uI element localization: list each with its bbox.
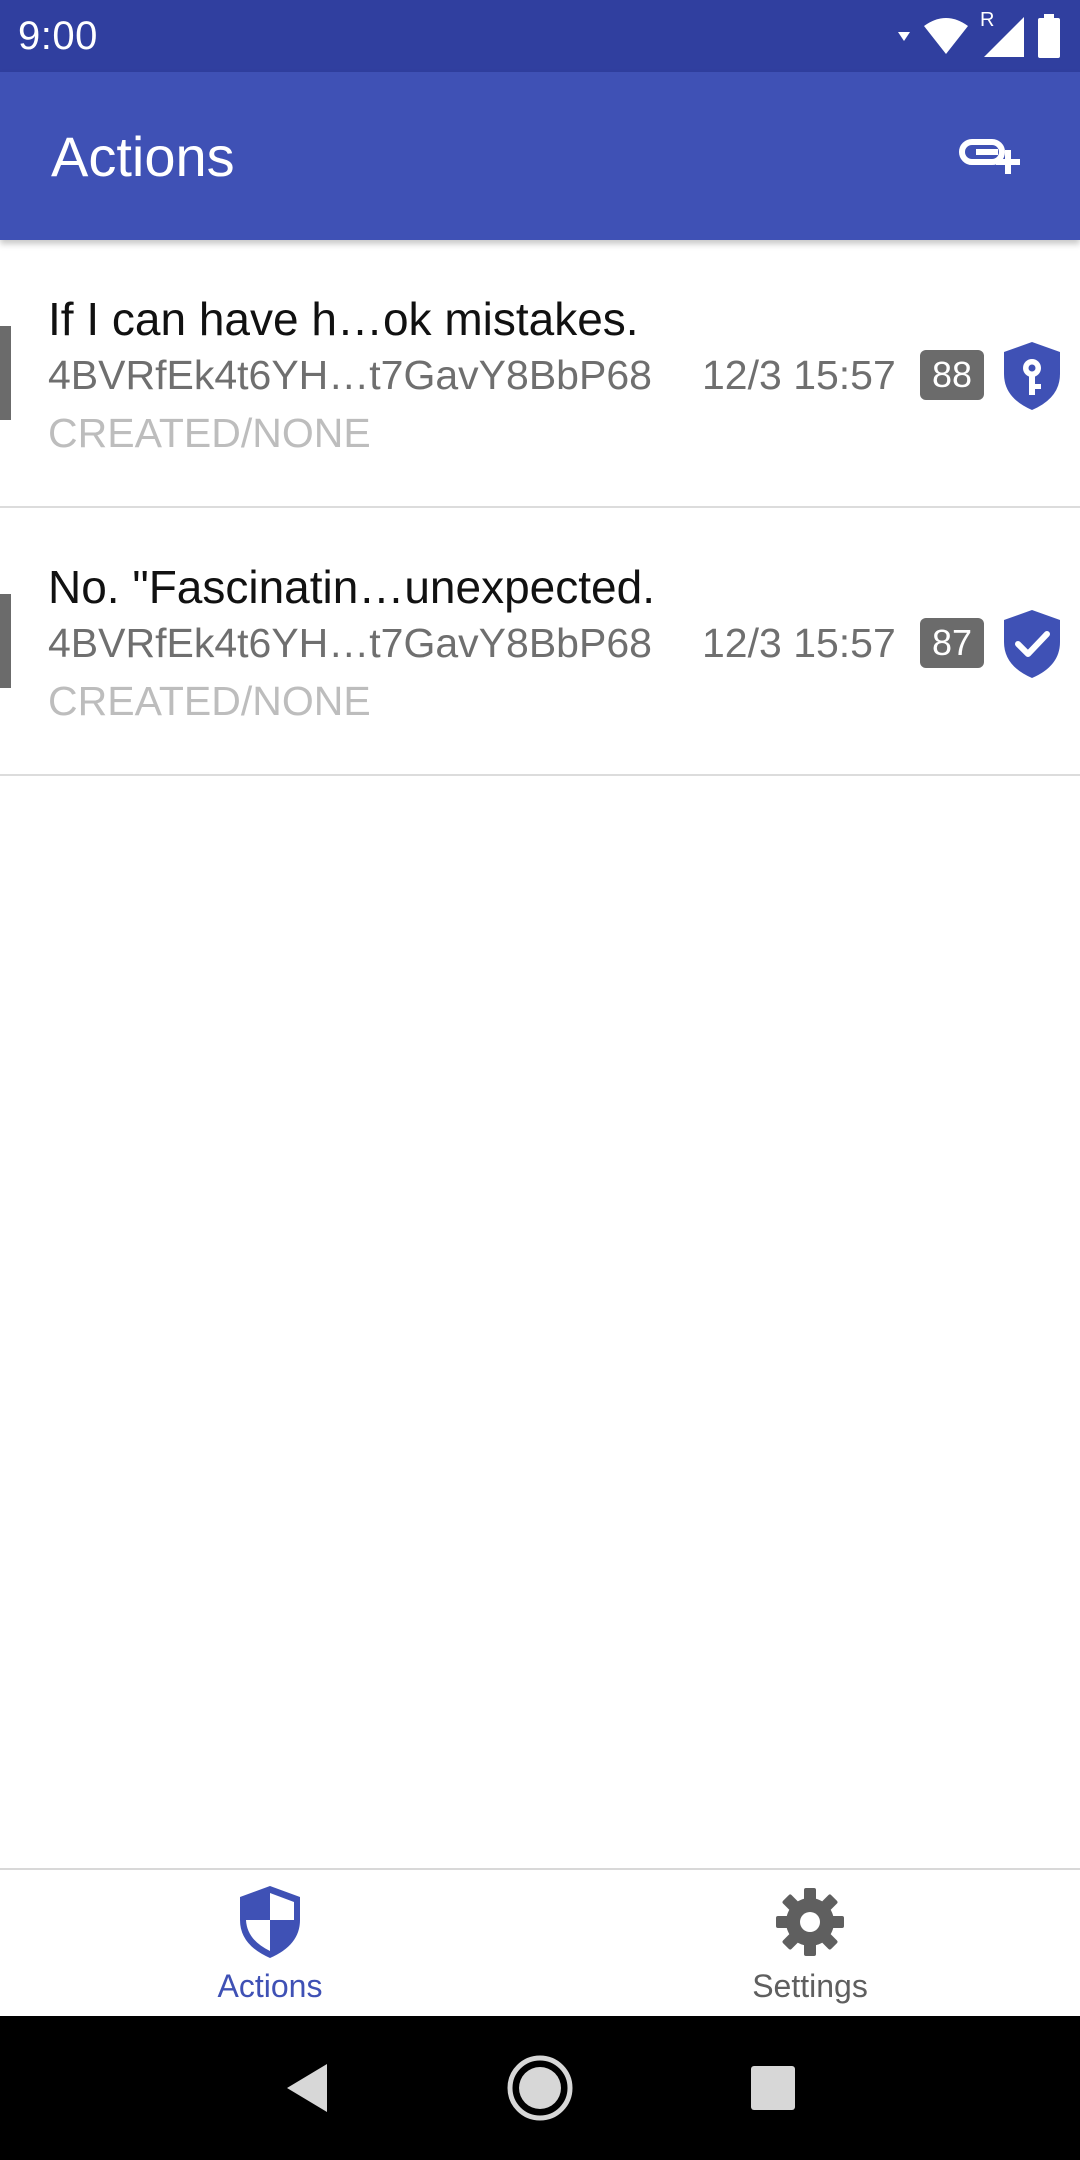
battery-icon xyxy=(1038,14,1060,58)
shield-check-icon xyxy=(1004,610,1060,678)
action-state: CREATED/NONE xyxy=(48,410,371,456)
nav-item-actions[interactable]: Actions xyxy=(0,1870,540,2016)
action-address: 4BVRfEk4t6YH…t7GavY8BbP68 xyxy=(48,352,652,398)
count-badge: 87 xyxy=(920,618,984,668)
cell-signal-group: R xyxy=(980,9,1026,59)
status-stripe xyxy=(0,326,11,420)
home-button[interactable] xyxy=(500,2048,580,2128)
home-icon xyxy=(507,2055,573,2121)
recents-button[interactable] xyxy=(733,2048,813,2128)
count-badge: 88 xyxy=(920,350,984,400)
wifi-icon xyxy=(924,18,968,54)
nav-item-settings[interactable]: Settings xyxy=(540,1870,1080,2016)
status-stripe xyxy=(0,594,11,688)
shield-icon xyxy=(240,1886,300,1958)
action-state: CREATED/NONE xyxy=(48,678,371,724)
add-link-button[interactable] xyxy=(948,114,1032,198)
app-bar: Actions xyxy=(0,72,1080,240)
add-link-icon xyxy=(959,139,1020,174)
cell-signal-icon xyxy=(984,17,1024,57)
action-list: If I can have h…ok mistakes. 4BVRfEk4t6Y… xyxy=(0,240,1080,776)
gear-icon xyxy=(776,1888,844,1956)
status-time: 9:00 xyxy=(18,13,98,58)
back-button[interactable] xyxy=(267,2048,347,2128)
back-icon xyxy=(286,2064,327,2112)
page-title: Actions xyxy=(51,124,235,188)
nav-label-settings: Settings xyxy=(752,1968,868,2004)
recents-icon xyxy=(751,2066,796,2110)
action-title: No. "Fascinatin…unexpected. xyxy=(48,561,655,613)
system-navigation-bar xyxy=(0,2016,1080,2160)
bottom-navigation: Actions Settings xyxy=(0,1868,1080,2016)
status-icons: R xyxy=(896,0,1062,72)
list-item[interactable]: If I can have h…ok mistakes. 4BVRfEk4t6Y… xyxy=(0,240,1080,508)
action-time: 12/3 15:57 xyxy=(702,620,896,666)
nav-label-actions: Actions xyxy=(217,1968,323,2004)
status-bar: 9:00 R xyxy=(0,0,1080,72)
signal-arrow-icon xyxy=(898,32,910,41)
action-time: 12/3 15:57 xyxy=(702,352,896,398)
action-title: If I can have h…ok mistakes. xyxy=(48,293,639,345)
shield-key-icon xyxy=(1004,342,1060,410)
action-address: 4BVRfEk4t6YH…t7GavY8BbP68 xyxy=(48,620,652,666)
list-item[interactable]: No. "Fascinatin…unexpected. 4BVRfEk4t6YH… xyxy=(0,508,1080,776)
